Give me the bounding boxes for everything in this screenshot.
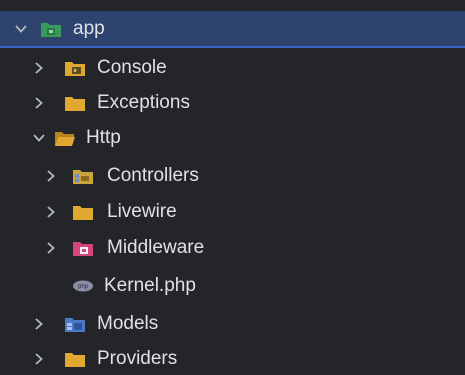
tree-item-label: Controllers xyxy=(107,165,199,186)
chevron-right-icon[interactable] xyxy=(32,352,46,366)
chevron-right-icon[interactable] xyxy=(44,205,58,219)
tree-item-label: Kernel.php xyxy=(104,275,196,296)
tree-item-app[interactable]: app xyxy=(0,11,465,48)
tree-item-label: app xyxy=(73,17,105,39)
tree-item-providers[interactable]: Providers xyxy=(0,341,465,375)
chevron-right-icon[interactable] xyxy=(32,96,46,110)
chevron-down-icon[interactable] xyxy=(32,131,46,145)
module-folder-icon xyxy=(40,20,62,38)
chevron-right-icon[interactable] xyxy=(32,61,46,75)
tree-item-kernel-php[interactable]: php Kernel.php xyxy=(0,268,465,304)
php-file-icon: php xyxy=(72,277,94,295)
middleware-folder-icon xyxy=(72,239,94,257)
tree-item-label: Livewire xyxy=(107,201,177,222)
svg-text:php: php xyxy=(78,284,89,290)
folder-icon xyxy=(64,94,86,112)
tree-item-models[interactable]: Models xyxy=(0,306,465,342)
tree-item-http[interactable]: Http xyxy=(0,120,465,156)
tree-item-console[interactable]: Console xyxy=(0,50,465,86)
tree-item-label: Providers xyxy=(97,348,178,369)
folder-icon xyxy=(64,350,86,368)
tree-item-label: Http xyxy=(86,127,121,148)
chevron-right-icon[interactable] xyxy=(44,169,58,183)
tree-item-middleware[interactable]: Middleware xyxy=(0,230,465,266)
tree-item-label: Console xyxy=(97,57,167,78)
models-folder-icon xyxy=(64,315,86,333)
tree-item-controllers[interactable]: Controllers xyxy=(0,158,465,194)
tree-item-exceptions[interactable]: Exceptions xyxy=(0,85,465,121)
chevron-right-icon[interactable] xyxy=(44,241,58,255)
tree-item-label: Exceptions xyxy=(97,92,190,113)
console-folder-icon xyxy=(64,59,86,77)
chevron-right-icon[interactable] xyxy=(32,317,46,331)
tree-item-livewire[interactable]: Livewire xyxy=(0,194,465,230)
chevron-down-icon[interactable] xyxy=(14,22,28,36)
controllers-folder-icon xyxy=(72,167,94,185)
project-tree: app Console Exceptions Http Controllers … xyxy=(0,0,465,375)
folder-icon xyxy=(72,203,94,221)
tree-item-label: Middleware xyxy=(107,237,205,258)
folder-open-icon xyxy=(54,129,76,147)
tree-item-label: Models xyxy=(97,313,159,334)
